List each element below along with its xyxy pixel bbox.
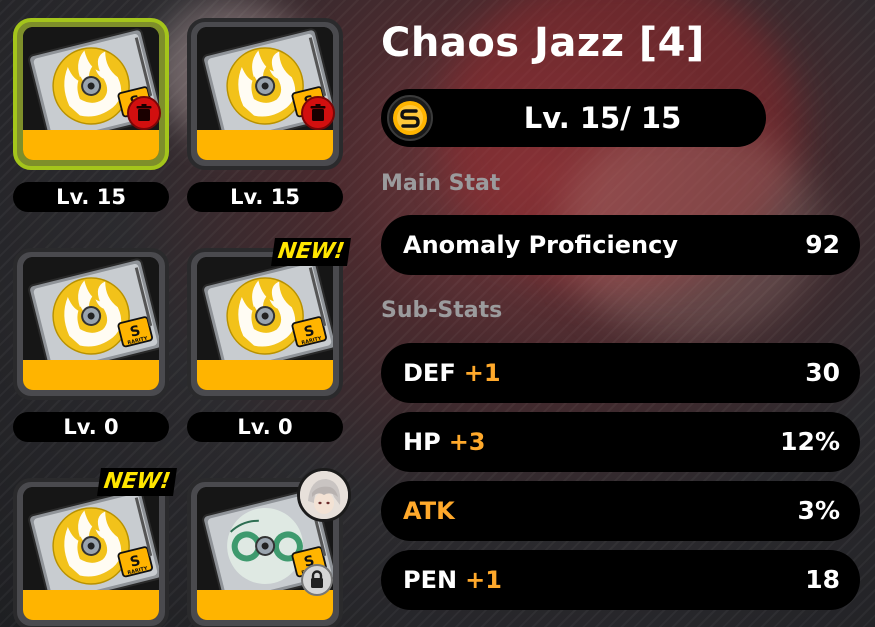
- sub-stat-upgrade: +3: [448, 428, 486, 456]
- rarity-bar: [23, 590, 159, 620]
- sub-stat-row: ATK 3%: [381, 481, 860, 541]
- sub-stat-value: 18: [805, 565, 840, 594]
- disc-card-frame: S RARITY: [13, 18, 169, 170]
- sub-stat-name: PEN +1: [403, 550, 502, 610]
- disc-level-label: Lv. 0: [13, 412, 169, 442]
- disc-level-label: Lv. 15: [187, 182, 343, 212]
- sub-stat-label: PEN: [403, 566, 458, 594]
- lock-icon[interactable]: [301, 564, 333, 596]
- disc-card-inner: S RARITY: [197, 27, 333, 160]
- flame-disc-image: S RARITY: [23, 257, 159, 376]
- sub-stat-name: DEF +1: [403, 343, 501, 403]
- rarity-bar: [23, 360, 159, 390]
- sub-stat-upgrade: +1: [465, 566, 502, 594]
- disc-level-label: Lv. 0: [187, 412, 343, 442]
- sub-stat-label: ATK: [403, 497, 455, 525]
- rarity-bar: [197, 360, 333, 390]
- trash-icon[interactable]: [127, 96, 161, 130]
- sub-stat-label: HP: [403, 428, 441, 456]
- new-badge: NEW!: [271, 238, 351, 266]
- equipped-agent-avatar: [297, 468, 351, 522]
- sub-stat-value: 3%: [797, 496, 840, 525]
- sub-stat-row: HP +3 12%: [381, 412, 860, 472]
- s-rank-icon: [387, 95, 433, 141]
- main-stat-name: Anomaly Proficiency: [403, 231, 678, 259]
- disc-card-frame: S RARITY: [187, 18, 343, 170]
- rarity-bar: [23, 130, 159, 160]
- disc-card-frame: S RARITY: [187, 248, 343, 400]
- sub-stat-row: PEN +1 18: [381, 550, 860, 610]
- new-badge: NEW!: [97, 468, 177, 496]
- sub-stat-name: ATK: [403, 481, 455, 541]
- trash-icon[interactable]: [301, 96, 335, 130]
- disc-card-inner: S RARITY: [197, 257, 333, 390]
- sub-stat-value: 30: [805, 358, 840, 387]
- sub-stat-name: HP +3: [403, 412, 486, 472]
- level-display: Lv. 15/ 15: [523, 101, 682, 135]
- level-bar: Lv. 15/ 15: [381, 89, 766, 147]
- main-stat-value: 92: [805, 230, 840, 259]
- flame-disc-image: S RARITY: [197, 257, 333, 376]
- sub-stat-upgrade: +1: [463, 359, 501, 387]
- disc-card-frame: S RARITY: [13, 248, 169, 400]
- disc-level-label: Lv. 15: [13, 182, 169, 212]
- rarity-bar: [197, 130, 333, 160]
- main-stat-row: Anomaly Proficiency 92: [381, 215, 860, 275]
- disc-card-inner: S RARITY: [23, 27, 159, 160]
- sub-stat-value: 12%: [780, 427, 840, 456]
- sub-stat-row: DEF +1 30: [381, 343, 860, 403]
- disc-title: Chaos Jazz [4]: [381, 20, 705, 66]
- sub-stat-label: DEF: [403, 359, 456, 387]
- main-stat-heading: Main Stat: [381, 171, 501, 196]
- disc-card-inner: S RARITY: [23, 487, 159, 620]
- disc-card-inner: S RARITY: [23, 257, 159, 390]
- disc-card-frame: S RARITY: [13, 478, 169, 627]
- flame-disc-image: S RARITY: [23, 487, 159, 606]
- sub-stats-heading: Sub-Stats: [381, 298, 503, 323]
